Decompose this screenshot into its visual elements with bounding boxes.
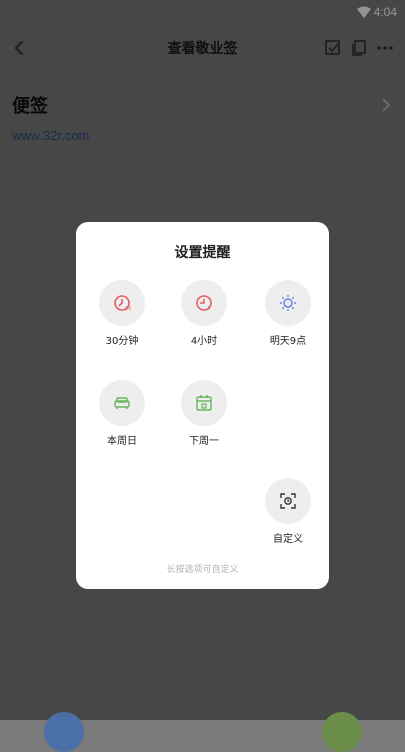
option-30min-label: 30分钟 — [105, 336, 139, 347]
option-30min[interactable]: 30 30分钟 — [87, 280, 157, 347]
option-4h[interactable]: 4 4小时 — [169, 280, 239, 347]
option-next-monday[interactable]: 下周一 — [169, 380, 239, 447]
option-custom[interactable]: 自定义 — [253, 478, 323, 545]
option-4h-label: 4小时 — [190, 336, 218, 347]
option-30min-circle[interactable]: 30 — [99, 280, 145, 326]
option-tomorrow-9-circle[interactable] — [265, 280, 311, 326]
svg-text:4: 4 — [207, 306, 210, 312]
option-custom-circle[interactable] — [265, 478, 311, 524]
dialog-hint: 长按选项可自定义 — [166, 565, 239, 575]
option-next-monday-label: 下周一 — [189, 436, 219, 447]
option-tomorrow-9-label: 明天9点 — [269, 336, 307, 347]
fab-right[interactable] — [322, 712, 362, 752]
option-this-sunday[interactable]: 本周日 — [87, 380, 157, 447]
reminder-dialog: 设置提醒 30 30分钟 4 4小时 明天9点 本周日 下周一 自定义 长按选项… — [76, 222, 329, 589]
option-this-sunday-label: 本周日 — [107, 436, 137, 447]
fab-left[interactable] — [44, 712, 84, 752]
option-4h-circle[interactable]: 4 — [181, 280, 227, 326]
option-next-monday-circle[interactable] — [181, 380, 227, 426]
svg-text:30: 30 — [125, 306, 131, 312]
option-custom-label: 自定义 — [273, 534, 303, 545]
option-tomorrow-9[interactable]: 明天9点 — [253, 280, 323, 347]
dialog-title: 设置提醒 — [174, 245, 231, 261]
option-this-sunday-circle[interactable] — [99, 380, 145, 426]
